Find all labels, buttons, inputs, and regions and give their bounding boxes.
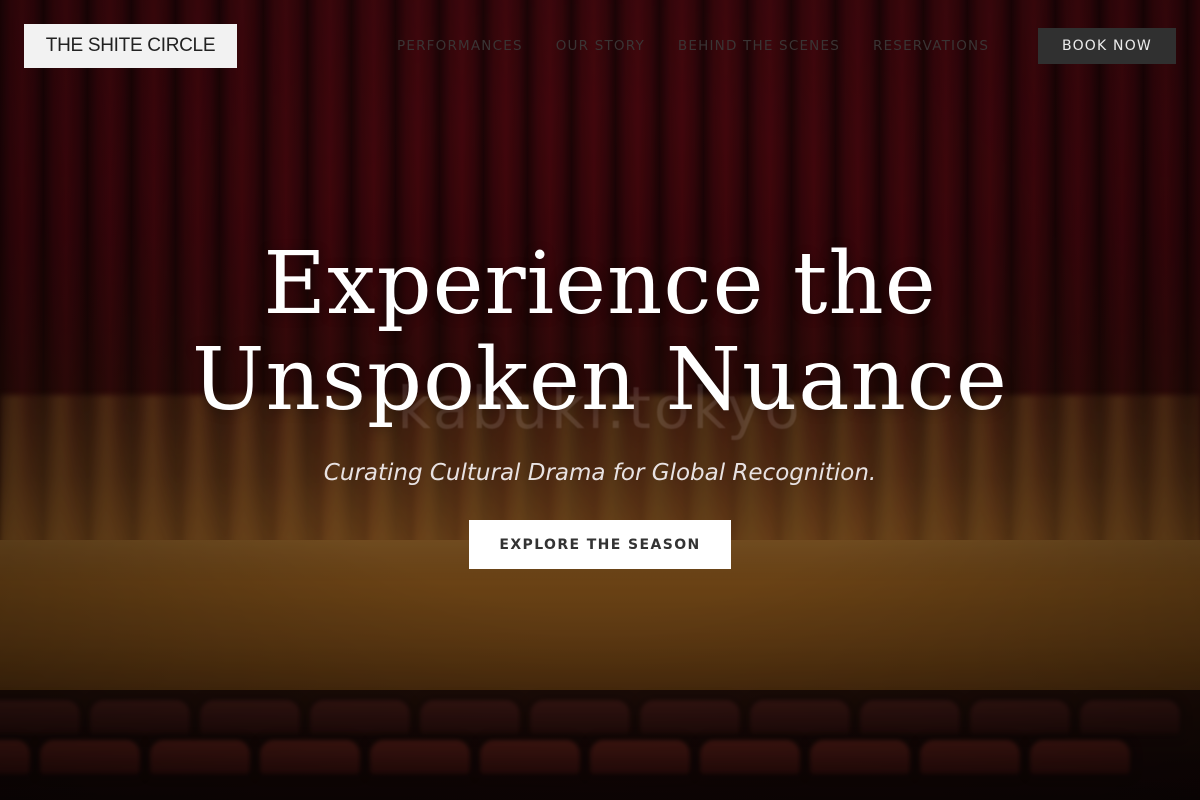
nav-item-reservations[interactable]: RESERVATIONS (873, 38, 989, 54)
book-now-button[interactable]: BOOK NOW (1038, 28, 1176, 64)
logo-text: THE SHITE CIRCLE (45, 35, 216, 56)
nav-item-behind-the-scenes[interactable]: BEHIND THE SCENES (678, 38, 840, 54)
main-nav: PERFORMANCES OUR STORY BEHIND THE SCENES… (397, 36, 1022, 56)
explore-season-button[interactable]: EXPLORE THE SEASON (469, 520, 731, 569)
nav-item-our-story[interactable]: OUR STORY (556, 38, 645, 54)
hero-headline-line-1: Experience the (263, 234, 937, 334)
hero-headline-line-2: Unspoken Nuance (192, 330, 1008, 430)
logo-link[interactable]: THE SHITE CIRCLE (24, 24, 237, 68)
hero-headline: Experience the Unspoken Nuance (0, 236, 1200, 428)
nav-item-performances[interactable]: PERFORMANCES (397, 38, 523, 54)
hero-tagline: Curating Cultural Drama for Global Recog… (323, 460, 877, 486)
